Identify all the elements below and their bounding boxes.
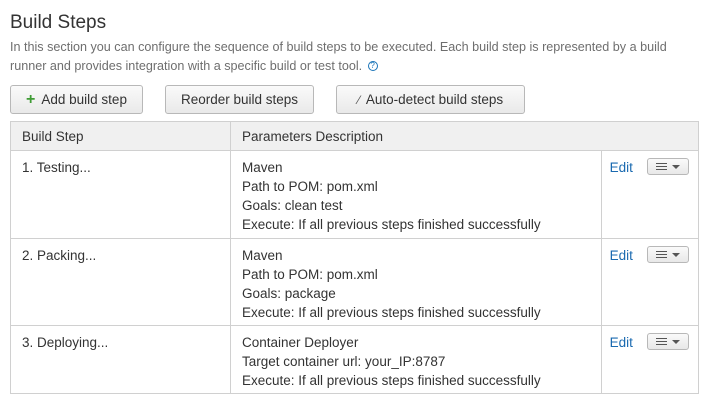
chevron-down-icon [671, 252, 680, 257]
chevron-down-icon [671, 339, 680, 344]
list-icon [655, 251, 667, 258]
parameter-line: Maven [242, 248, 283, 263]
parameter-line: Container Deployer [242, 335, 359, 350]
column-header-parameters: Parameters Description [230, 121, 602, 151]
parameter-line: Maven [242, 160, 283, 175]
parameter-line: Goals: clean test [242, 198, 343, 213]
column-header-actions [601, 121, 641, 151]
magic-wand-icon: ⁄ [357, 93, 360, 107]
list-icon [655, 338, 667, 345]
section-description: In this section you can configure the se… [10, 38, 700, 76]
add-build-step-label: Add build step [41, 92, 127, 107]
add-build-step-button[interactable]: + Add build step [10, 85, 143, 114]
edit-link[interactable]: Edit [610, 248, 633, 263]
step-actions-menu-button[interactable] [646, 246, 689, 263]
step-actions-menu-button[interactable] [646, 158, 689, 175]
table-row: 1. Testing... Maven Path to POM: pom.xml Go… [10, 150, 699, 239]
page-title: Build Steps [10, 12, 107, 33]
plus-icon: + [26, 91, 36, 108]
list-icon [655, 163, 667, 170]
description-text: In this section you can configure the se… [10, 40, 667, 73]
table-row: 3. Deploying... Container Deployer Target … [10, 325, 699, 394]
menu-cell [640, 325, 699, 394]
parameter-line: Path to POM: pom.xml [242, 267, 378, 282]
parameter-line: Execute: If all previous steps finished … [242, 217, 541, 232]
parameter-line: Path to POM: pom.xml [242, 179, 378, 194]
build-step-name: 3. Deploying... [10, 325, 231, 394]
auto-detect-build-steps-button[interactable]: ⁄ Auto-detect build steps [336, 85, 525, 114]
chevron-down-icon [671, 164, 680, 169]
edit-link[interactable]: Edit [610, 160, 633, 175]
parameters-description: Container Deployer Target container url: … [230, 325, 602, 394]
build-step-name: 1. Testing... [10, 150, 231, 239]
table-header-row: Build Step Parameters Description [10, 121, 699, 151]
table-row: 2. Packing... Maven Path to POM: pom.xml Go… [10, 238, 699, 326]
column-header-menu [640, 121, 699, 151]
parameter-line: Execute: If all previous steps finished … [242, 373, 541, 388]
help-icon[interactable]: ? [367, 61, 378, 71]
menu-cell [640, 238, 699, 326]
edit-cell: Edit [601, 325, 641, 394]
step-actions-menu-button[interactable] [646, 333, 689, 350]
parameter-line: Goals: package [242, 286, 336, 301]
reorder-build-steps-button[interactable]: Reorder build steps [165, 85, 314, 114]
parameter-line: Execute: If all previous steps finished … [242, 305, 541, 320]
build-step-name: 2. Packing... [10, 238, 231, 326]
parameters-description: Maven Path to POM: pom.xml Goals: package E… [230, 238, 602, 326]
parameters-description: Maven Path to POM: pom.xml Goals: clean te… [230, 150, 602, 239]
build-steps-table: Build Step Parameters Description 1. Tes… [10, 121, 699, 394]
menu-cell [640, 150, 699, 239]
edit-cell: Edit [601, 150, 641, 239]
auto-detect-label: Auto-detect build steps [365, 92, 504, 107]
edit-link[interactable]: Edit [610, 335, 633, 350]
edit-cell: Edit [601, 238, 641, 326]
column-header-build-step: Build Step [10, 121, 231, 151]
parameter-line: Target container url: your_IP:8787 [242, 354, 446, 369]
